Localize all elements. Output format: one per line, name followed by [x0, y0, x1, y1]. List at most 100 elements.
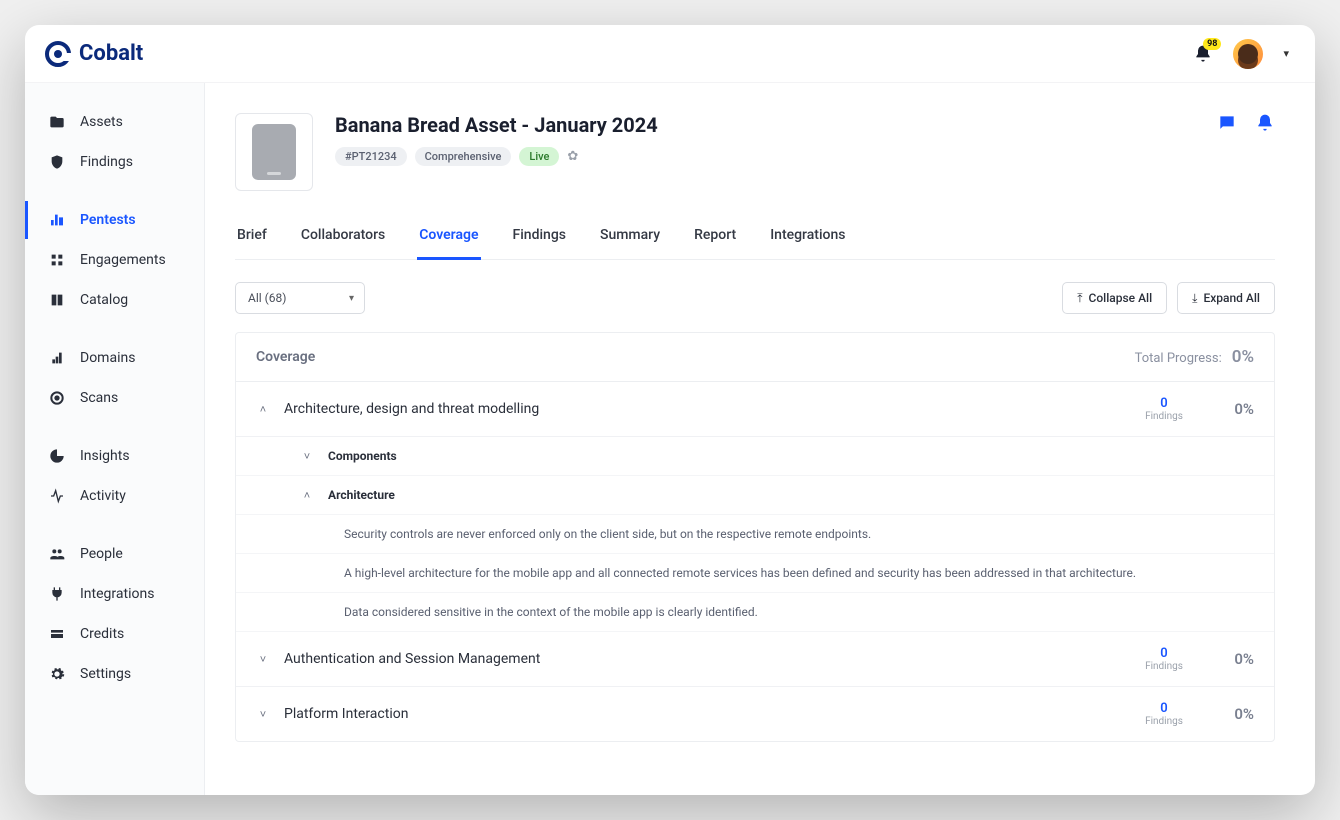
- domains-icon: [48, 349, 66, 367]
- chip-status: Live: [519, 147, 559, 166]
- expand-collapse-group: ⤒ Collapse All ⤓ Expand All: [1062, 282, 1275, 314]
- asset-settings-icon[interactable]: ✿: [567, 149, 578, 164]
- app-body: Assets Findings Pentests Engagements Cat…: [25, 83, 1315, 795]
- findings-count[interactable]: 0 Findings: [1142, 396, 1186, 422]
- sidebar-label: Insights: [80, 448, 130, 464]
- panel-header: Coverage Total Progress: 0%: [236, 333, 1274, 382]
- pentest-icon: [48, 211, 66, 229]
- sidebar-item-catalog[interactable]: Catalog: [25, 281, 204, 319]
- collapse-all-button[interactable]: ⤒ Collapse All: [1062, 282, 1167, 314]
- asset-chips: #PT21234 Comprehensive Live ✿: [335, 147, 658, 166]
- notifications-button[interactable]: 98: [1193, 44, 1213, 64]
- checklist-item[interactable]: Data considered sensitive in the context…: [236, 593, 1274, 632]
- user-menu-caret-icon[interactable]: ▾: [1283, 47, 1289, 60]
- progress-value: 0%: [1232, 347, 1254, 367]
- sidebar-item-engagements[interactable]: Engagements: [25, 241, 204, 279]
- chevron-up-icon[interactable]: ˄: [300, 489, 314, 502]
- chevron-down-icon[interactable]: ˅: [300, 450, 314, 463]
- sidebar-label: Assets: [80, 114, 123, 130]
- asset-title: Banana Bread Asset - January 2024: [335, 113, 658, 137]
- sidebar: Assets Findings Pentests Engagements Cat…: [25, 83, 205, 795]
- tab-collaborators[interactable]: Collaborators: [299, 217, 387, 259]
- sidebar-item-assets[interactable]: Assets: [25, 103, 204, 141]
- tab-findings[interactable]: Findings: [511, 217, 568, 259]
- people-icon: [48, 545, 66, 563]
- plug-icon: [48, 585, 66, 603]
- filter-dropdown[interactable]: All (68): [235, 282, 365, 314]
- progress-label: Total Progress:: [1135, 351, 1222, 366]
- collapse-icon: ⤒: [1077, 291, 1082, 306]
- chevron-down-icon[interactable]: ˅: [256, 708, 270, 721]
- notification-badge: 98: [1203, 38, 1221, 50]
- sidebar-label: Integrations: [80, 586, 154, 602]
- sidebar-item-integrations[interactable]: Integrations: [25, 575, 204, 613]
- tab-integrations[interactable]: Integrations: [768, 217, 847, 259]
- panel-title: Coverage: [256, 349, 315, 365]
- brand-name: Cobalt: [79, 41, 143, 66]
- section-row[interactable]: ˅ Platform Interaction 0 Findings 0%: [236, 687, 1274, 741]
- sidebar-item-credits[interactable]: Credits: [25, 615, 204, 653]
- section-percent: 0%: [1220, 650, 1254, 668]
- topbar-actions: 98 ▾: [1193, 39, 1289, 69]
- asset-thumbnail: [235, 113, 313, 191]
- insights-icon: [48, 447, 66, 465]
- subsection-title: Components: [328, 449, 397, 463]
- sidebar-item-scans[interactable]: Scans: [25, 379, 204, 417]
- section-row[interactable]: ˄ Architecture, design and threat modell…: [236, 382, 1274, 437]
- folder-icon: [48, 113, 66, 131]
- sidebar-item-domains[interactable]: Domains: [25, 339, 204, 377]
- section-row[interactable]: ˅ Authentication and Session Management …: [236, 632, 1274, 687]
- expand-label: Expand All: [1203, 291, 1260, 305]
- total-progress: Total Progress: 0%: [1135, 347, 1254, 367]
- section-percent: 0%: [1220, 400, 1254, 418]
- subsection-title: Architecture: [328, 488, 395, 502]
- subsection-row[interactable]: ˄ Architecture: [236, 476, 1274, 515]
- engagement-icon: [48, 251, 66, 269]
- sidebar-item-activity[interactable]: Activity: [25, 477, 204, 515]
- sidebar-label: Settings: [80, 666, 131, 682]
- subsection-row[interactable]: ˅ Components: [236, 437, 1274, 476]
- coverage-panel: Coverage Total Progress: 0% ˄ Architectu…: [235, 332, 1275, 742]
- sidebar-item-insights[interactable]: Insights: [25, 437, 204, 475]
- asset-header: Banana Bread Asset - January 2024 #PT212…: [235, 113, 1275, 191]
- topbar: Cobalt 98 ▾: [25, 25, 1315, 83]
- findings-count[interactable]: 0 Findings: [1142, 701, 1186, 727]
- bell-outline-icon[interactable]: [1255, 113, 1275, 133]
- sidebar-label: Pentests: [80, 212, 136, 228]
- sidebar-item-pentests[interactable]: Pentests: [25, 201, 204, 239]
- activity-icon: [48, 487, 66, 505]
- expand-icon: ⤓: [1192, 291, 1197, 306]
- scans-icon: [48, 389, 66, 407]
- checklist-item[interactable]: Security controls are never enforced onl…: [236, 515, 1274, 554]
- tab-coverage[interactable]: Coverage: [417, 217, 480, 260]
- expand-all-button[interactable]: ⤓ Expand All: [1177, 282, 1275, 314]
- sidebar-item-people[interactable]: People: [25, 535, 204, 573]
- sidebar-item-settings[interactable]: Settings: [25, 655, 204, 693]
- tab-brief[interactable]: Brief: [235, 217, 269, 259]
- chevron-down-icon[interactable]: ˅: [256, 653, 270, 666]
- chevron-up-icon[interactable]: ˄: [256, 403, 270, 416]
- filter-value: All (68): [248, 291, 286, 305]
- sidebar-label: Domains: [80, 350, 135, 366]
- tab-report[interactable]: Report: [692, 217, 738, 259]
- avatar[interactable]: [1233, 39, 1263, 69]
- asset-meta: Banana Bread Asset - January 2024 #PT212…: [335, 113, 658, 166]
- sidebar-item-findings[interactable]: Findings: [25, 143, 204, 181]
- tab-summary[interactable]: Summary: [598, 217, 662, 259]
- sidebar-label: Scans: [80, 390, 118, 406]
- chat-icon[interactable]: [1217, 113, 1237, 133]
- main-content: Banana Bread Asset - January 2024 #PT212…: [205, 83, 1315, 795]
- shield-icon: [48, 153, 66, 171]
- credits-icon: [48, 625, 66, 643]
- chip-id: #PT21234: [335, 147, 407, 166]
- section-title: Platform Interaction: [284, 706, 1128, 722]
- sidebar-label: Activity: [80, 488, 126, 504]
- coverage-toolbar: All (68) ⤒ Collapse All ⤓ Expand All: [235, 282, 1275, 314]
- checklist-item[interactable]: A high-level architecture for the mobile…: [236, 554, 1274, 593]
- asset-header-actions: [1217, 113, 1275, 133]
- sidebar-label: Findings: [80, 154, 133, 170]
- sidebar-label: People: [80, 546, 123, 562]
- brand-logo[interactable]: Cobalt: [45, 41, 143, 67]
- collapse-label: Collapse All: [1089, 291, 1153, 305]
- findings-count[interactable]: 0 Findings: [1142, 646, 1186, 672]
